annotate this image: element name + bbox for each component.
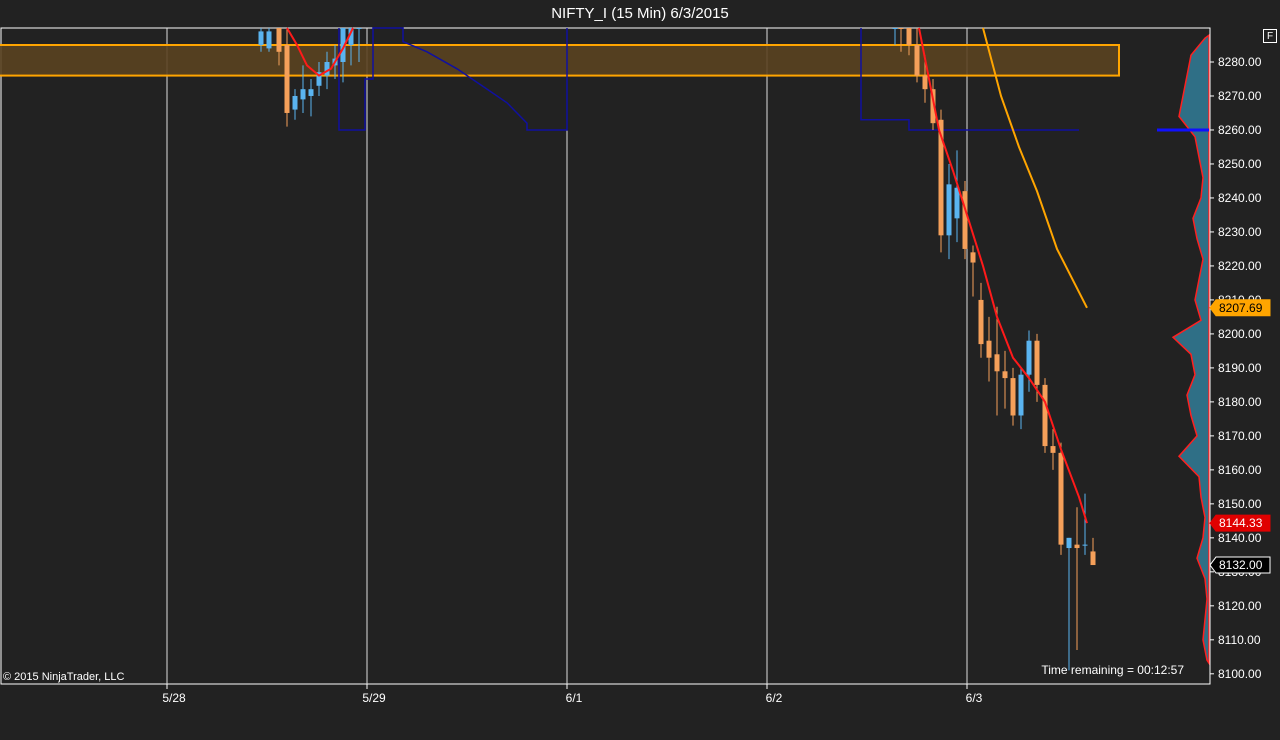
candle-body: [1090, 551, 1096, 566]
candlestick[interactable]: [266, 28, 272, 52]
y-tick-label: 8170.00: [1218, 429, 1262, 443]
candlestick[interactable]: [962, 180, 968, 260]
y-tick-label: 8200.00: [1218, 327, 1262, 341]
y-tick-label: 8100.00: [1218, 667, 1262, 681]
candlestick[interactable]: [892, 28, 898, 45]
candle-body: [284, 44, 290, 113]
candlestick[interactable]: [1082, 493, 1088, 555]
candlestick[interactable]: [1066, 537, 1072, 671]
y-tick-label: 8160.00: [1218, 463, 1262, 477]
y-tick-label: 8230.00: [1218, 225, 1262, 239]
candlestick[interactable]: [1074, 507, 1080, 651]
candlestick[interactable]: [292, 89, 298, 120]
f-button[interactable]: F: [1263, 29, 1277, 43]
price-label-text: 8144.33: [1219, 516, 1263, 530]
price-label-current: 8132.00: [1209, 556, 1271, 574]
candlestick[interactable]: [1002, 350, 1008, 409]
y-tick-label: 8260.00: [1218, 123, 1262, 137]
step-line: [860, 28, 1079, 131]
candle-body: [914, 44, 920, 76]
x-tick-label: 5/29: [362, 691, 386, 705]
price-label-text: 8132.00: [1219, 558, 1263, 572]
candlestick[interactable]: [1058, 442, 1064, 555]
candlestick[interactable]: [1090, 537, 1096, 566]
candle-body: [258, 31, 264, 45]
candle-body: [308, 89, 314, 96]
candlestick[interactable]: [954, 150, 960, 243]
x-tick-label: 6/1: [566, 691, 583, 705]
candlestick[interactable]: [946, 163, 952, 260]
candle-body: [1050, 446, 1056, 453]
y-tick-label: 8150.00: [1218, 497, 1262, 511]
y-tick-label: 8280.00: [1218, 55, 1262, 69]
y-tick-label: 8140.00: [1218, 531, 1262, 545]
candle-body: [1010, 378, 1016, 416]
candle-body: [1042, 384, 1048, 447]
candlestick[interactable]: [1018, 367, 1024, 430]
candle-body: [292, 95, 298, 110]
candle-body: [970, 252, 976, 263]
x-tick-label: 6/2: [766, 691, 783, 705]
candle-body: [986, 340, 992, 358]
candle-body: [954, 187, 960, 219]
y-tick-label: 8220.00: [1218, 259, 1262, 273]
candle-body: [300, 89, 306, 100]
candlestick[interactable]: [1050, 429, 1056, 470]
step-line: [338, 27, 568, 131]
x-tick-label: 6/3: [966, 691, 983, 705]
candle-body: [906, 28, 912, 45]
candlestick[interactable]: [986, 316, 992, 382]
candle-body: [1018, 374, 1024, 416]
y-tick-label: 8110.00: [1218, 633, 1261, 647]
y-tick-label: 8120.00: [1218, 599, 1262, 613]
price-label-red: 8144.33: [1209, 514, 1271, 532]
y-tick-label: 8180.00: [1218, 395, 1262, 409]
price-label-text: 8207.69: [1219, 301, 1263, 315]
candlestick[interactable]: [1010, 367, 1016, 426]
candle-body: [1066, 537, 1072, 549]
candle-body: [978, 299, 984, 345]
y-tick-label: 8190.00: [1218, 361, 1262, 375]
candle-body: [1082, 544, 1088, 546]
candlestick[interactable]: [1026, 330, 1032, 392]
candlestick[interactable]: [970, 245, 976, 297]
candle-body: [892, 28, 898, 29]
time-remaining-text: Time remaining = 00:12:57: [1041, 663, 1184, 677]
candlestick[interactable]: [1042, 378, 1048, 453]
price-chart[interactable]: 8100.008110.008120.008130.008140.008150.…: [0, 0, 1280, 740]
candle-body: [1058, 452, 1064, 545]
y-tick-label: 8240.00: [1218, 191, 1262, 205]
candle-body: [276, 28, 282, 52]
candle-body: [266, 31, 272, 49]
candle-body: [922, 75, 928, 90]
candle-body: [1002, 371, 1008, 379]
y-tick-label: 8250.00: [1218, 157, 1262, 171]
candlestick[interactable]: [308, 78, 314, 117]
candlestick[interactable]: [284, 28, 290, 127]
candle-body: [324, 61, 330, 76]
y-tick-label: 8270.00: [1218, 89, 1262, 103]
candle-body: [1034, 340, 1040, 385]
copyright-text: © 2015 NinjaTrader, LLC: [3, 671, 125, 683]
candle-body: [356, 28, 362, 29]
candle-body: [994, 354, 1000, 372]
x-tick-label: 5/28: [162, 691, 186, 705]
candle-body: [898, 28, 904, 29]
price-label-orange: 8207.69: [1209, 299, 1271, 317]
candlestick[interactable]: [914, 28, 920, 83]
candlestick[interactable]: [978, 282, 984, 358]
candle-body: [946, 184, 952, 236]
candle-body: [1074, 544, 1080, 549]
candle-body: [1026, 340, 1032, 375]
resistance-zone[interactable]: [0, 43, 1120, 77]
